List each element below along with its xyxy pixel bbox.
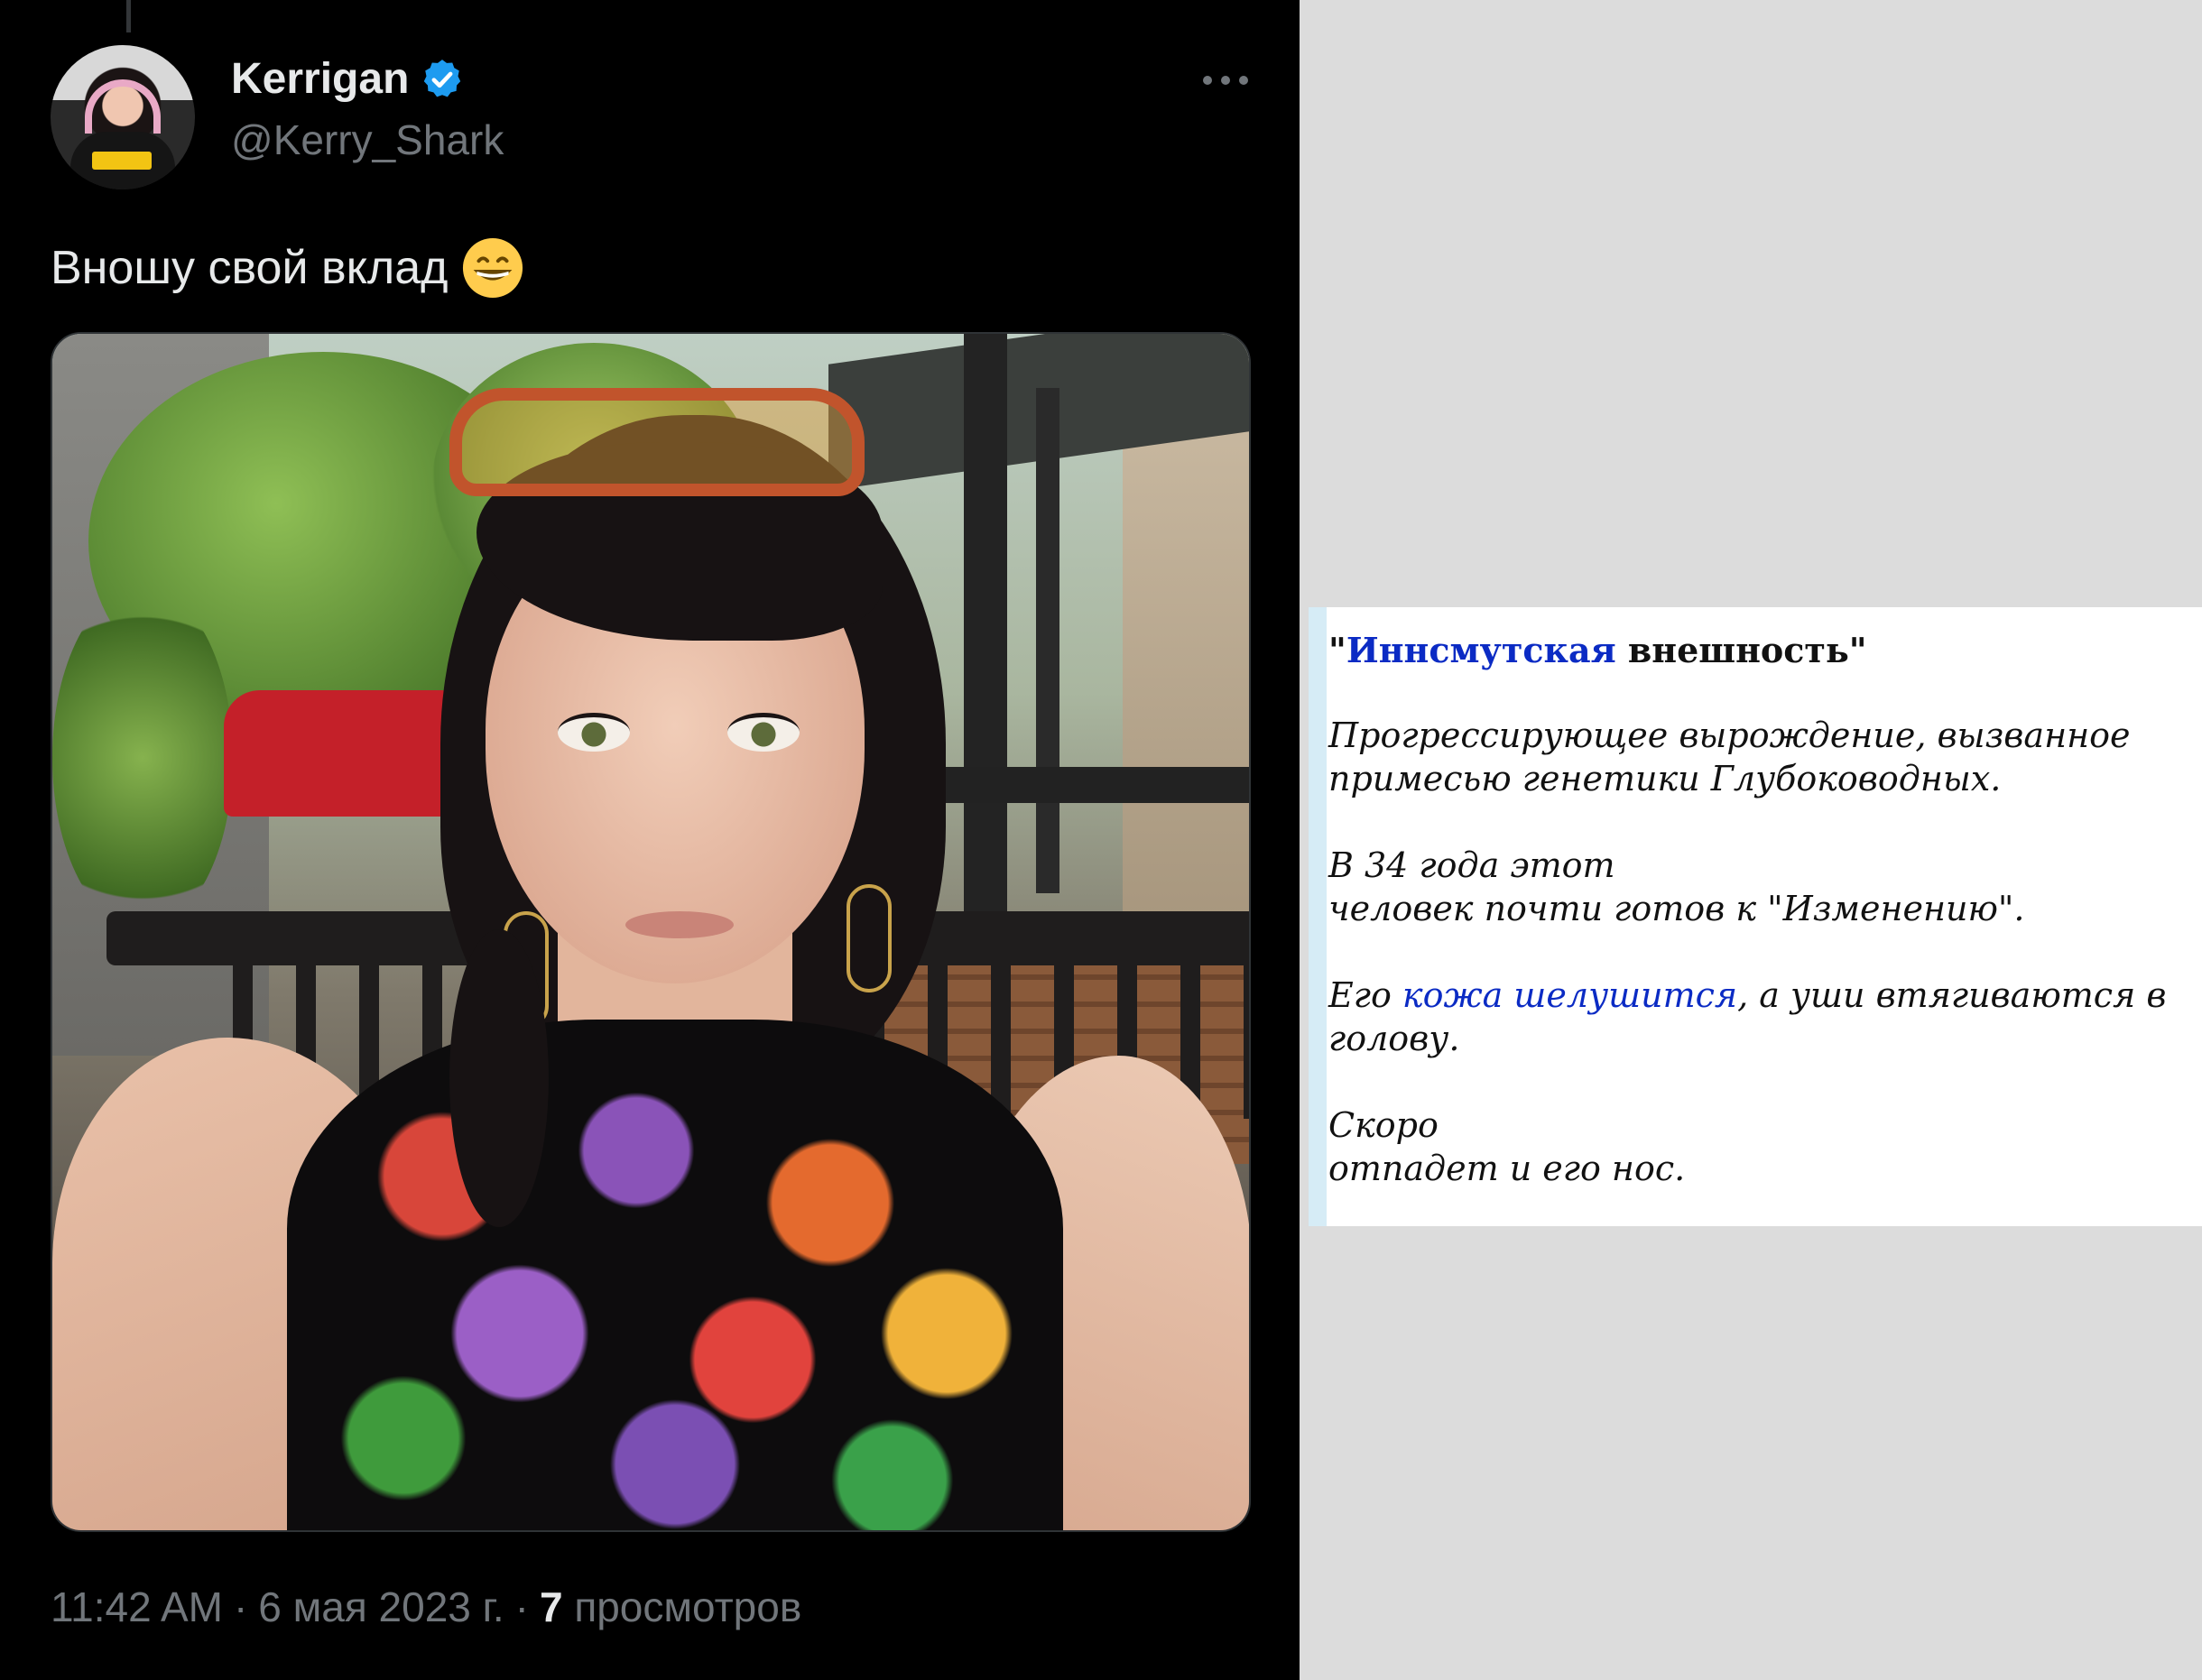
wiki-paragraph: Скоро отпадет и его нос. bbox=[1328, 1103, 2193, 1190]
paragraph-line: Скоро bbox=[1328, 1105, 1439, 1145]
wiki-paragraph: Его кожа шелушится, а уши втягиваются в … bbox=[1328, 974, 2193, 1060]
wiki-body: "Иннсмутская внешность" Прогрессирующее … bbox=[1328, 629, 2193, 1190]
tweet-time[interactable]: 11:42 AM bbox=[51, 1583, 223, 1631]
title-link[interactable]: Иннсмутская bbox=[1346, 630, 1616, 670]
display-name[interactable]: Kerrigan bbox=[231, 54, 409, 104]
user-handle[interactable]: @Kerry_Shark bbox=[231, 115, 504, 164]
tweet-photo[interactable] bbox=[51, 332, 1251, 1532]
paragraph-line: В 34 года этот bbox=[1328, 845, 1615, 885]
photo-bush bbox=[52, 586, 233, 929]
tweet-meta: 11:42 AM · 6 мая 2023 г. · 7 просмотров bbox=[51, 1583, 801, 1631]
quote-accent-bar bbox=[1309, 607, 1327, 1226]
avatar-badge bbox=[92, 152, 152, 170]
photo-braid bbox=[449, 929, 549, 1227]
photo-eye bbox=[558, 713, 630, 752]
title-rest: внешность" bbox=[1615, 630, 1867, 670]
title-open-quote: " bbox=[1328, 630, 1346, 670]
tweet-text-content: Вношу свой вклад bbox=[51, 242, 449, 294]
views-count-group[interactable]: 7 просмотров bbox=[540, 1583, 801, 1631]
wiki-title: "Иннсмутская внешность" bbox=[1328, 629, 2193, 672]
wiki-paragraph: В 34 года этот человек почти готов к "Изм… bbox=[1328, 844, 2193, 930]
avatar-headset bbox=[85, 79, 161, 134]
photo-eye bbox=[727, 713, 800, 752]
paragraph-line: человек почти готов к "Изменению". bbox=[1328, 889, 2025, 928]
tweet-date[interactable]: 6 мая 2023 г. bbox=[258, 1583, 504, 1631]
skin-peels-link[interactable]: кожа шелушится bbox=[1402, 975, 1737, 1015]
photo-sunglasses bbox=[449, 388, 865, 496]
photo-lips bbox=[625, 911, 734, 938]
photo-earring bbox=[847, 884, 892, 992]
views-label: просмотров bbox=[574, 1583, 802, 1630]
wiki-paragraph: Прогрессирующее вырождение, вызванное пр… bbox=[1328, 715, 2131, 798]
meta-separator: · bbox=[514, 1583, 529, 1630]
photo-floral-dress bbox=[287, 1020, 1063, 1530]
tweet-panel: Kerrigan @Kerry_Shark Вношу свой вклад 1… bbox=[0, 0, 1300, 1680]
paragraph-text: Его bbox=[1328, 975, 1402, 1015]
wiki-excerpt: "Иннсмутская внешность" Прогрессирующее … bbox=[1309, 607, 2202, 1226]
avatar[interactable] bbox=[51, 45, 195, 189]
views-count: 7 bbox=[539, 1583, 563, 1630]
meta-separator: · bbox=[233, 1583, 248, 1630]
more-options-icon[interactable] bbox=[1200, 70, 1251, 90]
tweet-text: Вношу свой вклад bbox=[51, 236, 524, 300]
author-name-row: Kerrigan bbox=[231, 54, 465, 104]
thread-line bbox=[126, 0, 131, 32]
photo-pillar bbox=[1036, 388, 1059, 893]
verified-badge-icon bbox=[424, 59, 461, 97]
grinning-face-emoji-icon bbox=[462, 237, 523, 299]
paragraph-line: отпадет и его нос. bbox=[1328, 1149, 1686, 1188]
